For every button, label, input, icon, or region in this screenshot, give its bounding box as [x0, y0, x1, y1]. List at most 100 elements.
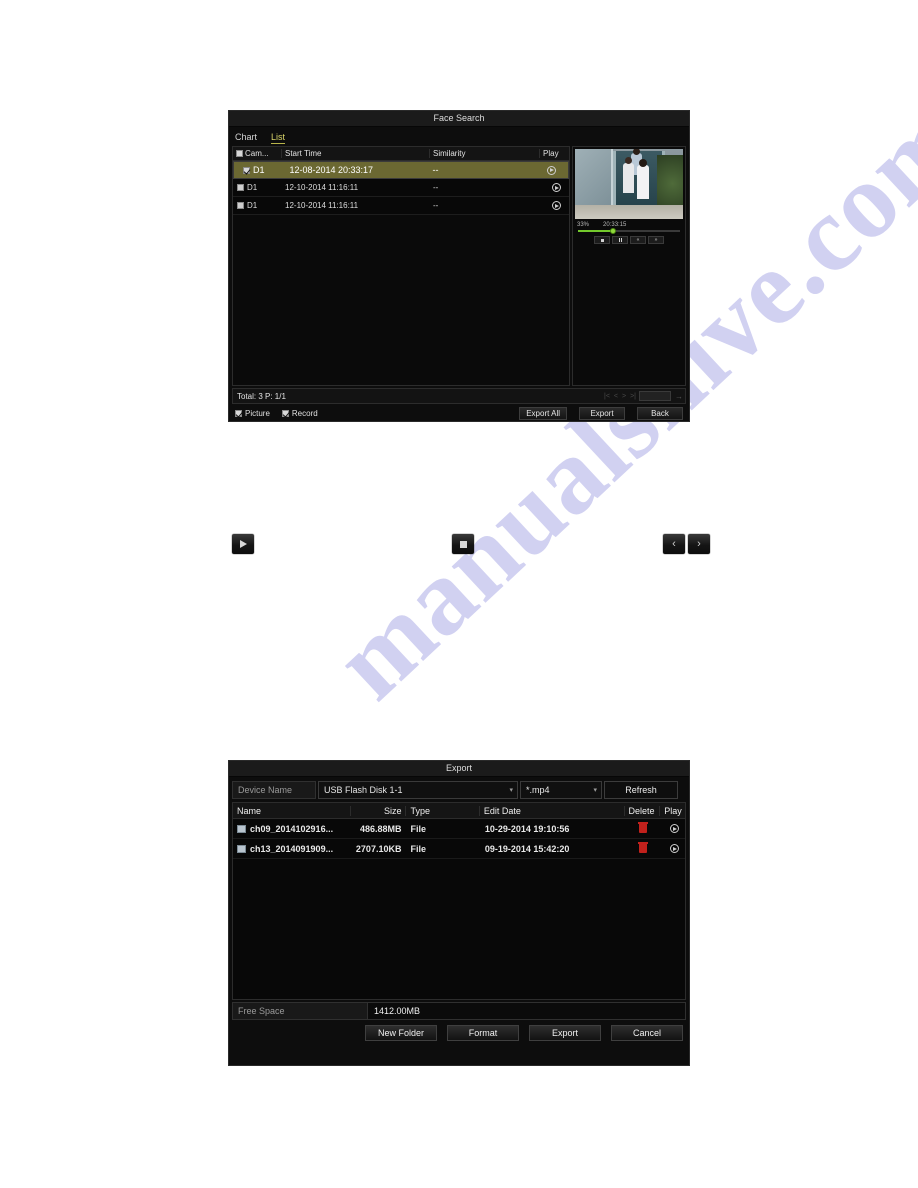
trash-icon[interactable] — [638, 822, 649, 833]
file-name-cell[interactable]: ch09_2014102916... — [233, 824, 350, 834]
refresh-button[interactable]: Refresh — [604, 781, 678, 799]
play-icon[interactable] — [669, 844, 679, 853]
play-icon-button[interactable] — [232, 534, 254, 554]
column-header-start-time[interactable]: Start Time — [281, 149, 429, 158]
picture-checkbox-group[interactable]: Picture — [235, 409, 270, 418]
page-number-input[interactable] — [639, 391, 671, 401]
play-cell[interactable] — [659, 824, 685, 833]
row-similarity: -- — [433, 201, 439, 210]
row-start-time: 12-08-2014 20:33:17 — [289, 165, 374, 175]
preview-person-left — [623, 157, 634, 193]
pagination: |< < > >| → — [603, 391, 683, 401]
fast-forward-button[interactable]: » — [648, 236, 664, 244]
record-label: Record — [291, 408, 318, 418]
picture-checkbox[interactable] — [235, 409, 242, 417]
face-search-body: Cam... Start Time Similarity Play D1 12-… — [229, 146, 689, 386]
prev-page-icon[interactable]: < — [613, 393, 619, 400]
play-icon[interactable] — [551, 201, 561, 210]
row-camera-label: D1 — [247, 183, 258, 192]
free-space-value: 1412.00MB — [368, 1002, 686, 1020]
file-type-select[interactable]: *.mp4 ▾ — [520, 781, 602, 799]
column-header-edit-date[interactable]: Edit Date — [478, 805, 624, 816]
row-play-cell[interactable] — [539, 183, 569, 192]
table-row[interactable]: D1 12-10-2014 11:16:11 -- — [233, 197, 569, 215]
column-header-camera[interactable]: Cam... — [233, 149, 281, 158]
prev-icon-button[interactable]: ‹ — [663, 534, 685, 554]
back-button[interactable]: Back — [637, 406, 683, 420]
row-checkbox[interactable] — [243, 166, 250, 174]
pause-button[interactable] — [612, 236, 628, 244]
face-results-header: Cam... Start Time Similarity Play — [233, 147, 569, 161]
tab-list[interactable]: List — [271, 132, 286, 144]
file-name-cell[interactable]: ch13_2014091909... — [233, 844, 350, 854]
export-dialog-actions: New Folder Format Export Cancel — [229, 1020, 689, 1041]
go-page-icon[interactable]: → — [673, 392, 683, 401]
table-row[interactable]: D1 12-10-2014 11:16:11 -- — [233, 179, 569, 197]
play-cell[interactable] — [659, 844, 685, 853]
row-camera-label: D1 — [247, 201, 258, 210]
preview-progress-fill — [578, 230, 612, 232]
column-header-name[interactable]: Name — [233, 806, 350, 816]
preview-person-right — [637, 159, 649, 199]
new-folder-button[interactable]: New Folder — [365, 1025, 437, 1041]
device-name-value: USB Flash Disk 1-1 — [324, 785, 403, 795]
trash-icon[interactable] — [638, 842, 649, 853]
file-icon — [237, 824, 246, 833]
record-checkbox-group[interactable]: Record — [281, 408, 318, 418]
export-button[interactable]: Export — [529, 1025, 601, 1041]
delete-cell[interactable] — [624, 842, 660, 853]
column-header-type[interactable]: Type — [405, 805, 478, 816]
slow-button[interactable]: « — [630, 236, 646, 244]
first-page-icon[interactable]: |< — [603, 393, 611, 400]
row-similarity: -- — [432, 165, 439, 175]
play-icon[interactable] — [551, 183, 561, 192]
cancel-button[interactable]: Cancel — [611, 1025, 683, 1041]
row-play-cell[interactable] — [539, 201, 569, 210]
column-header-play: Play — [659, 805, 685, 816]
table-row[interactable]: ch13_2014091909... 2707.10KB File 09-19-… — [233, 839, 685, 859]
face-search-title: Face Search — [229, 111, 689, 127]
results-total: Total: 3 P: 1/1 — [237, 391, 286, 401]
last-page-icon[interactable]: >| — [629, 393, 637, 400]
free-space-label: Free Space — [232, 1002, 368, 1020]
next-icon-button[interactable]: › — [688, 534, 710, 554]
column-header-size[interactable]: Size — [349, 805, 406, 816]
tab-chart[interactable]: Chart — [235, 132, 257, 143]
play-icon[interactable] — [546, 165, 556, 175]
play-icon[interactable] — [669, 824, 679, 833]
next-page-icon[interactable]: > — [621, 393, 627, 400]
face-search-dialog: Face Search Chart List Cam... Start Time… — [228, 110, 690, 422]
row-camera-cell[interactable]: D1 — [233, 201, 281, 210]
device-name-select[interactable]: USB Flash Disk 1-1 ▾ — [318, 781, 518, 799]
pause-icon — [618, 238, 622, 242]
file-type: File — [410, 843, 426, 854]
stop-icon-button[interactable] — [452, 534, 474, 554]
picture-label: Picture — [245, 408, 270, 418]
row-checkbox[interactable] — [237, 202, 244, 209]
stop-button[interactable] — [594, 236, 610, 244]
select-all-checkbox[interactable] — [236, 150, 243, 157]
play-icon — [239, 540, 247, 548]
row-camera-cell[interactable]: D1 — [233, 183, 281, 192]
preview-meta: 33% 20:33:15 — [573, 221, 685, 228]
export-button[interactable]: Export — [579, 406, 625, 420]
table-row[interactable]: ch09_2014102916... 486.88MB File 10-29-2… — [233, 819, 685, 839]
export-all-button[interactable]: Export All — [519, 406, 567, 420]
format-button[interactable]: Format — [447, 1025, 519, 1041]
preview-video-frame[interactable] — [575, 149, 683, 219]
delete-cell[interactable] — [624, 822, 660, 833]
row-checkbox[interactable] — [237, 184, 244, 191]
record-checkbox[interactable] — [281, 409, 289, 417]
column-header-similarity[interactable]: Similarity — [429, 149, 539, 158]
preview-panel: 33% 20:33:15 « » — [572, 146, 686, 386]
face-results-table: Cam... Start Time Similarity Play D1 12-… — [232, 146, 570, 386]
results-footer: Total: 3 P: 1/1 |< < > >| → — [232, 388, 686, 404]
preview-progress-handle[interactable] — [609, 227, 616, 234]
row-play-cell[interactable] — [535, 165, 564, 175]
table-row[interactable]: D1 12-08-2014 20:33:17 -- — [233, 161, 569, 179]
preview-progress-track[interactable] — [578, 227, 680, 234]
preview-progress-wrap[interactable] — [573, 227, 685, 234]
row-camera-cell[interactable]: D1 — [239, 165, 285, 175]
face-search-actions: Picture Record Export All Export Back — [229, 404, 689, 422]
column-header-camera-label: Cam... — [245, 149, 269, 158]
